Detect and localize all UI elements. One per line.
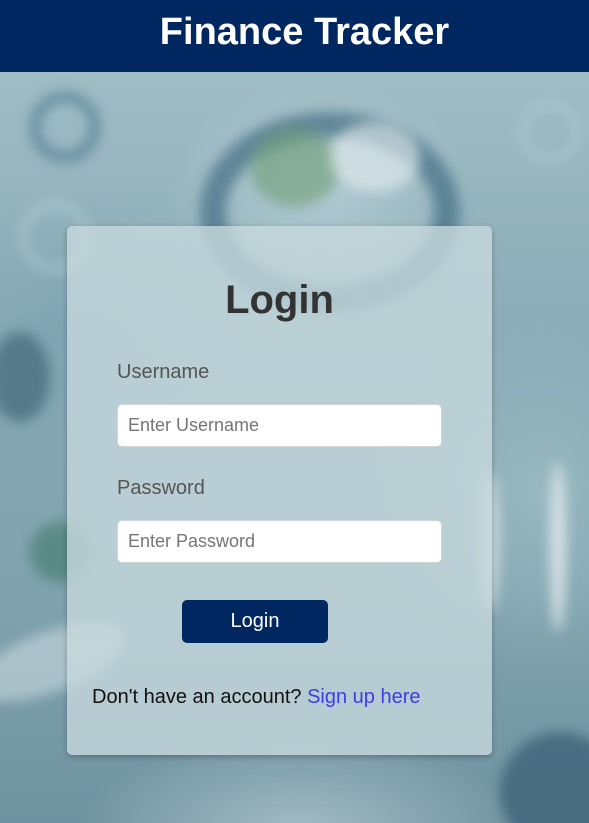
signup-link[interactable]: Sign up here (307, 686, 420, 708)
background-shape (0, 332, 50, 422)
bar-chart-bar (550, 462, 566, 632)
password-input[interactable] (117, 520, 442, 563)
login-heading: Login (225, 278, 334, 322)
password-label: Password (117, 477, 205, 499)
coin-icon (520, 102, 580, 162)
signup-prompt-text: Don't have an account? (92, 686, 302, 708)
app-title: Finance Tracker (159, 10, 450, 53)
login-button[interactable]: Login (182, 600, 328, 643)
coin-icon (30, 92, 100, 162)
login-card: Login Username Password Login Don't have… (67, 226, 492, 755)
app-header: Finance Tracker (0, 0, 589, 72)
username-input[interactable] (117, 404, 442, 447)
dollar-coin-icon (500, 732, 589, 823)
username-label: Username (117, 361, 210, 383)
signup-prompt: Don't have an account? Sign up here (92, 686, 421, 709)
pie-chart-slice (250, 127, 340, 207)
pie-chart-slice (330, 122, 420, 192)
